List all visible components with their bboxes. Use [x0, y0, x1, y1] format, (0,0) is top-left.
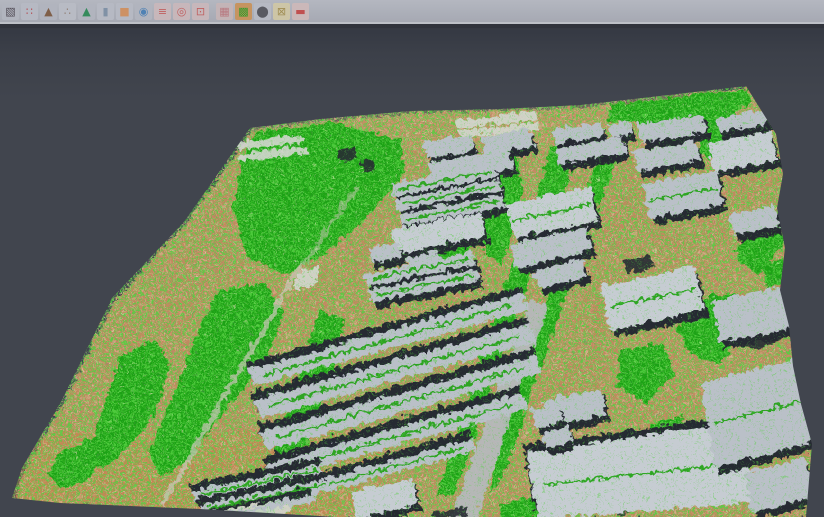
classified-point-cloud-scene: [0, 28, 824, 517]
settings-icon: ◎: [177, 3, 187, 20]
grid-icon: ▦: [219, 3, 229, 20]
layer-list-icon[interactable]: ≡: [154, 3, 171, 20]
surface-icon: ▲: [82, 3, 90, 20]
application-window: ▧ ∷ ▲ ∴ ▲ ▮ ■ ◉ ≡ ◎ ⊡ ▦ ▩ ⬤ ⊠ ▬: [0, 0, 824, 517]
3d-viewport[interactable]: [0, 28, 824, 517]
sparse-points-icon: ∴: [64, 3, 71, 20]
point-speckle: [0, 28, 824, 517]
selection-box-icon: ⊡: [196, 3, 205, 20]
dem-terrain-icon[interactable]: ▲: [40, 3, 57, 20]
grid-icon[interactable]: ▦: [216, 3, 233, 20]
settings-icon[interactable]: ◎: [173, 3, 190, 20]
mesh-icon[interactable]: ⊠: [273, 3, 290, 20]
profile-view-icon: ▮: [102, 3, 108, 20]
texture-icon[interactable]: ▬: [292, 3, 309, 20]
globe-icon: ◉: [139, 3, 149, 20]
point-cloud-icon[interactable]: ∷: [21, 3, 38, 20]
orthophoto-icon[interactable]: ■: [116, 3, 133, 20]
globe-icon[interactable]: ◉: [135, 3, 152, 20]
toolbar: ▧ ∷ ▲ ∴ ▲ ▮ ■ ◉ ≡ ◎ ⊡ ▦ ▩ ⬤ ⊠ ▬: [0, 0, 824, 22]
sparse-points-icon[interactable]: ∴: [59, 3, 76, 20]
dem-terrain-icon: ▲: [44, 3, 52, 20]
import-model-icon: ▧: [5, 3, 15, 20]
surface-icon[interactable]: ▲: [78, 3, 95, 20]
point-cloud-icon: ∷: [26, 3, 33, 20]
camera-icon: ⬤: [256, 3, 268, 20]
profile-view-icon[interactable]: ▮: [97, 3, 114, 20]
import-model-icon[interactable]: ▧: [2, 3, 19, 20]
orthophoto-icon: ■: [119, 3, 129, 20]
texture-icon: ▬: [295, 3, 305, 20]
camera-icon[interactable]: ⬤: [254, 3, 271, 20]
classification-icon: ▩: [238, 3, 248, 20]
classification-icon[interactable]: ▩: [235, 3, 252, 20]
mesh-icon: ⊠: [277, 3, 286, 20]
selection-box-icon[interactable]: ⊡: [192, 3, 209, 20]
layer-list-icon: ≡: [158, 3, 167, 20]
